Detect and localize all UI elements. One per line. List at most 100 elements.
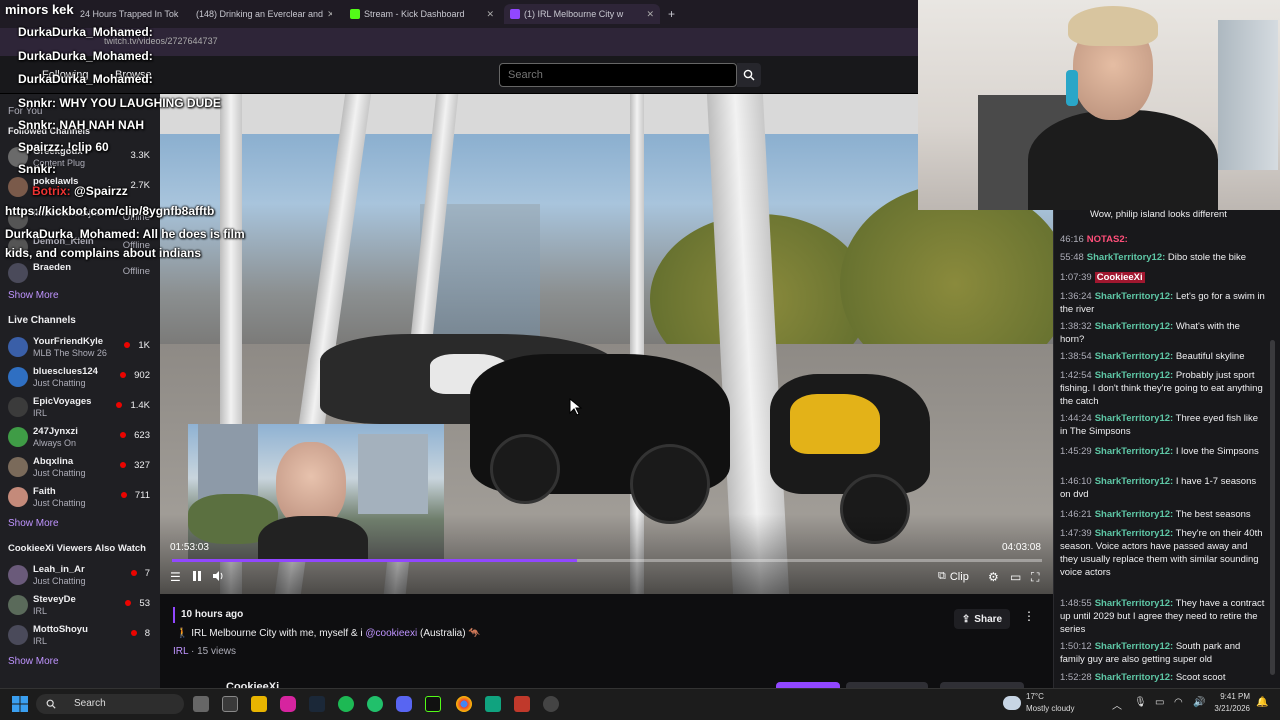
hair xyxy=(1068,6,1158,46)
also-watch-header: CookieeXi Viewers Also Watch xyxy=(8,543,146,554)
mention-link[interactable]: @cookieexi xyxy=(365,628,417,639)
live-channel[interactable]: EpicVoyages IRL 1.4K xyxy=(6,394,156,422)
live-dot xyxy=(120,492,127,498)
upload-time: 10 hours ago xyxy=(181,609,244,620)
avatar xyxy=(8,397,28,417)
avatar xyxy=(8,177,28,197)
fullscreen-icon[interactable]: ⛶ xyxy=(1031,570,1039,585)
app-icon[interactable] xyxy=(367,696,383,712)
clip-icon: ⧉ xyxy=(938,570,946,582)
total-time: 04:03:08 xyxy=(1002,542,1041,553)
browser-tab-1[interactable]: 24 Hours Trapped In Tok✕ xyxy=(70,4,182,24)
accent-bar xyxy=(173,607,175,623)
close-icon[interactable]: ✕ xyxy=(327,9,332,20)
instagram-icon[interactable] xyxy=(280,696,296,712)
microphone-icon[interactable]: 🎙 xyxy=(1134,697,1147,708)
browser-tab-2[interactable]: (148) Drinking an Everclear and ✕ xyxy=(186,4,332,24)
spotify-icon[interactable] xyxy=(338,696,354,712)
chapters-icon[interactable]: ☰ xyxy=(170,570,181,584)
streamer-webcam xyxy=(918,0,1280,210)
wifi-icon[interactable]: ◠ xyxy=(1174,697,1183,708)
chat-message: 1:44:24 SharkTerritory12: Three eyed fish… xyxy=(1060,413,1259,437)
browser-tab-4[interactable]: (1) IRL Melbourne City w ✕ xyxy=(504,4,660,24)
wheel xyxy=(630,444,710,524)
taskbar xyxy=(0,688,1280,720)
avatar xyxy=(8,337,28,357)
avatar xyxy=(8,487,28,507)
overlay-chat-line: DurkaDurka_Mohamed: All he does is film … xyxy=(5,227,245,260)
also-watch-channel[interactable]: MottoShoyu IRL 8 xyxy=(6,622,156,650)
avatar xyxy=(8,457,28,477)
browser-tab-3[interactable]: Stream - Kick Dashboard ✕ xyxy=(344,4,500,24)
window xyxy=(1218,20,1278,170)
live-dot xyxy=(120,372,127,378)
overlay-chat-line: Snnkr: xyxy=(18,162,57,176)
settings-icon[interactable]: ⚙ xyxy=(988,570,999,584)
current-time: 01:53:03 xyxy=(170,542,209,553)
category-link[interactable]: IRL xyxy=(173,646,188,657)
share-icon: ⇪ xyxy=(961,613,971,625)
weather-icon xyxy=(1003,696,1021,710)
chat-message: 46:16 NOTAS2: xyxy=(1060,234,1128,245)
more-options-icon[interactable]: ⋮ xyxy=(1022,609,1036,629)
chat-message: 1:38:32 SharkTerritory12: What's with the… xyxy=(1060,321,1240,345)
obs-icon[interactable] xyxy=(543,696,559,712)
show-more-live[interactable]: Show More xyxy=(8,518,59,529)
live-dot xyxy=(125,600,132,606)
live-dot xyxy=(124,342,131,348)
steam-icon[interactable] xyxy=(309,696,325,712)
chat-message: 1:48:55 SharkTerritory12: They have a con… xyxy=(1060,598,1265,635)
live-channels-header: Live Channels xyxy=(8,315,76,326)
close-icon[interactable]: ✕ xyxy=(486,9,494,20)
live-dot xyxy=(120,432,127,438)
tray-overflow-icon[interactable]: ︿ xyxy=(1112,697,1122,712)
live-channel[interactable]: 247Jynxzi Always On 623 xyxy=(6,424,156,452)
search-icon xyxy=(743,69,755,81)
close-icon[interactable]: ✕ xyxy=(646,9,654,20)
overlay-chat-line: DurkaDurka_Mohamed: xyxy=(18,49,153,63)
weather-temp: 17°C xyxy=(1026,692,1044,701)
search-button[interactable] xyxy=(737,63,761,87)
live-channel[interactable]: bluesclues124 Just Chatting 902 xyxy=(6,364,156,392)
network-icon[interactable]: ▭ xyxy=(1155,697,1164,708)
show-more-followed[interactable]: Show More xyxy=(8,290,59,301)
also-watch-channel[interactable]: SteveyDe IRL 53 xyxy=(6,592,156,620)
app-icon[interactable] xyxy=(514,696,530,712)
live-dot xyxy=(130,630,137,636)
notification-icon[interactable]: 🔔 xyxy=(1256,697,1268,708)
chat-message: 1:46:10 SharkTerritory12: I have 1-7 seas… xyxy=(1060,476,1257,500)
overlay-chat-line: Snnkr: WHY YOU LAUGHING DUDE xyxy=(18,96,221,110)
terminal-icon[interactable] xyxy=(222,696,238,712)
followed-channel[interactable]: Braeden Offline xyxy=(6,260,156,288)
chat-message: 1:46:21 SharkTerritory12: The best season… xyxy=(1060,509,1251,520)
file-explorer-icon[interactable] xyxy=(251,696,267,712)
volume-button[interactable] xyxy=(212,570,224,585)
share-button[interactable]: ⇪ Share xyxy=(954,609,1010,629)
also-watch-channel[interactable]: Leah_in_Ar Just Chatting 7 xyxy=(6,562,156,590)
taskbar-search[interactable]: Search xyxy=(36,694,184,714)
live-channel[interactable]: YourFriendKyle MLB The Show 26 1K xyxy=(6,334,156,362)
chrome-icon[interactable] xyxy=(456,696,472,712)
overlay-title: minors kek xyxy=(5,2,74,17)
windows-start-button[interactable] xyxy=(12,696,28,717)
kick-app-icon[interactable] xyxy=(425,696,441,712)
volume-icon xyxy=(213,571,223,581)
clock-date: 3/21/2026 xyxy=(1214,704,1250,713)
search-input[interactable] xyxy=(499,63,737,87)
chatgpt-icon[interactable] xyxy=(485,696,501,712)
theatre-mode-icon[interactable]: ▭ xyxy=(1010,570,1021,584)
chat-message: 1:52:28 SharkTerritory12: Scoot scoot xyxy=(1060,672,1226,683)
discord-icon[interactable] xyxy=(396,696,412,712)
show-more-also[interactable]: Show More xyxy=(8,656,59,667)
chat-message: 1:38:54 SharkTerritory12: Beautiful skyli… xyxy=(1060,351,1245,362)
cursor-icon xyxy=(569,398,583,416)
building xyxy=(358,434,428,514)
live-channel[interactable]: Faith Just Chatting 711 xyxy=(6,484,156,512)
clip-button[interactable]: ⧉ Clip xyxy=(938,570,969,583)
pause-button[interactable] xyxy=(192,570,202,585)
new-tab-button[interactable]: + xyxy=(662,4,682,24)
motorcycle xyxy=(790,394,880,454)
chat-scrollbar[interactable] xyxy=(1270,340,1275,675)
task-view-icon[interactable] xyxy=(193,696,209,712)
live-channel[interactable]: Abqxlina Just Chatting 327 xyxy=(6,454,156,482)
